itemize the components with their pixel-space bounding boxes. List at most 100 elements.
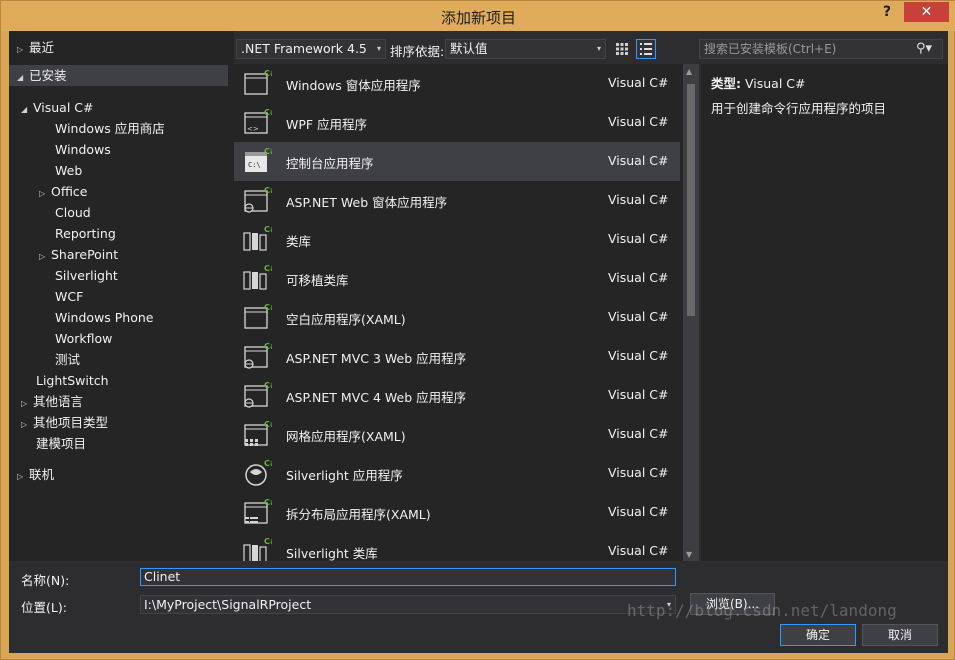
framework-select[interactable]: .NET Framework 4.5 ▾ (236, 39, 386, 59)
tree-item[interactable]: ▷ SharePoint (39, 244, 118, 265)
wpf-app-icon: <> C# (242, 107, 277, 137)
location-label: 位置(L): (21, 600, 67, 615)
tree-item[interactable]: LightSwitch (24, 370, 109, 391)
cancel-button[interactable]: 取消 (862, 624, 938, 646)
tree-item[interactable]: Silverlight (43, 265, 118, 286)
expand-arrow-icon[interactable]: ▷ (21, 393, 33, 414)
search-icon[interactable]: ⚲▾ (916, 40, 932, 58)
tree-item[interactable]: Cloud (43, 202, 91, 223)
add-new-project-dialog: 添加新项目 ? ✕ ▷ 最近 ◢ 已安装 ◢ Visual C# Windows 应用商店 W… (0, 0, 955, 660)
split-app-icon: C# (242, 497, 277, 527)
class-library-icon: C# (242, 224, 277, 254)
blank-app-icon: C# (242, 302, 277, 332)
tree-item[interactable]: Windows Phone (43, 307, 154, 328)
tree-item[interactable]: Windows (43, 139, 111, 160)
template-name: 可移植类库 (286, 273, 349, 288)
search-input[interactable]: 搜索已安装模板(Ctrl+E) ⚲▾ (699, 39, 943, 59)
tree-item[interactable]: ◢ 已安装 (9, 65, 228, 86)
tree-item[interactable]: ▷ Office (39, 181, 88, 202)
template-language: Visual C# (608, 231, 669, 246)
tree-item[interactable]: ▷ 联机 (17, 464, 54, 485)
location-input[interactable]: I:\MyProject\SignalRProject ▾ (140, 595, 676, 614)
tree-item[interactable]: ▷ 其他语言 (21, 391, 83, 412)
expand-arrow-icon[interactable]: ▷ (39, 246, 51, 267)
grid-view-icon[interactable] (612, 39, 632, 59)
template-item[interactable]: C# ASP.NET MVC 3 Web 应用程序 Visual C# (234, 337, 680, 376)
template-item[interactable]: C# 拆分布局应用程序(XAML) Visual C# (234, 493, 680, 532)
template-item[interactable]: C# Silverlight 应用程序 Visual C# (234, 454, 680, 493)
svg-text:C#: C# (264, 459, 272, 468)
tree-item-label: 建模项目 (36, 436, 87, 451)
type-value: Visual C# (744, 76, 806, 91)
mvc3-icon: C# (242, 341, 277, 371)
template-detail-panel: 类型: Visual C# 用于创建命令行应用程序的项目 (701, 64, 948, 561)
project-name-input[interactable]: Clinet (140, 568, 676, 586)
scroll-thumb[interactable] (687, 84, 695, 316)
close-button[interactable]: ✕ (904, 2, 949, 22)
tree-item-label: 已安装 (29, 68, 67, 83)
tree-item[interactable]: 测试 (43, 349, 80, 370)
template-language: Visual C# (608, 504, 669, 519)
tree-item[interactable]: Reporting (43, 223, 116, 244)
mvc4-icon: C# (242, 380, 277, 410)
template-item[interactable]: C:\C# 控制台应用程序 Visual C# (234, 142, 680, 181)
svg-text:<>: <> (247, 125, 259, 133)
tree-item[interactable]: WCF (43, 286, 83, 307)
template-language: Visual C# (608, 270, 669, 285)
template-name: WPF 应用程序 (286, 117, 368, 132)
collapse-arrow-icon[interactable]: ◢ (17, 67, 29, 88)
tree-item[interactable]: 建模项目 (24, 433, 86, 454)
help-button[interactable]: ? (883, 4, 899, 24)
collapse-arrow-icon[interactable]: ◢ (21, 99, 33, 120)
svg-text:C#: C# (264, 147, 272, 156)
template-name: 类库 (286, 234, 312, 249)
expand-arrow-icon[interactable]: ▷ (39, 183, 51, 204)
tree-item-label: WCF (55, 289, 84, 304)
tree-item[interactable]: Web (43, 160, 82, 181)
ok-button[interactable]: 确定 (780, 624, 856, 646)
title-bar: 添加新项目 ? ✕ (1, 1, 955, 31)
tree-item-label: Visual C# (33, 100, 94, 115)
template-name: ASP.NET MVC 3 Web 应用程序 (286, 351, 467, 366)
svg-text:C#: C# (264, 69, 272, 78)
tree-item-label: Workflow (55, 331, 113, 346)
template-category-tree: ▷ 最近 ◢ 已安装 ◢ Visual C# Windows 应用商店 Windows Web ▷… (9, 31, 234, 561)
expand-arrow-icon[interactable]: ▷ (17, 466, 29, 487)
template-item[interactable]: C# 网格应用程序(XAML) Visual C# (234, 415, 680, 454)
tree-item[interactable]: Windows 应用商店 (43, 118, 165, 139)
tree-item-label: Cloud (55, 205, 91, 220)
template-language: Visual C# (608, 387, 669, 402)
expand-arrow-icon[interactable]: ▷ (17, 39, 29, 60)
template-item[interactable]: C# 空白应用程序(XAML) Visual C# (234, 298, 680, 337)
template-item[interactable]: C# Windows 窗体应用程序 Visual C# (234, 64, 680, 103)
template-item[interactable]: C# ASP.NET MVC 4 Web 应用程序 Visual C# (234, 376, 680, 415)
scroll-up-icon[interactable]: ▲ (686, 67, 692, 76)
template-item[interactable]: <> C# WPF 应用程序 Visual C# (234, 103, 680, 142)
tree-item[interactable]: ◢ Visual C# (21, 97, 94, 118)
svg-text:C#: C# (264, 264, 272, 273)
chevron-down-icon: ▾ (596, 44, 601, 53)
svg-text:C#: C# (264, 498, 272, 507)
tree-item-label: 其他项目类型 (33, 415, 109, 430)
svg-text:C#: C# (264, 108, 272, 117)
sort-select[interactable]: 默认值 ▾ (445, 39, 606, 59)
sort-value: 默认值 (450, 41, 488, 56)
scroll-down-icon[interactable]: ▼ (686, 550, 692, 559)
template-item[interactable]: C# ASP.NET Web 窗体应用程序 Visual C# (234, 181, 680, 220)
tree-item[interactable]: ▷ 最近 (17, 37, 54, 58)
expand-arrow-icon[interactable]: ▷ (21, 414, 33, 435)
template-item[interactable]: C# 可移植类库 Visual C# (234, 259, 680, 298)
tree-item[interactable]: Workflow (43, 328, 112, 349)
template-item[interactable]: C# 类库 Visual C# (234, 220, 680, 259)
template-language: Visual C# (608, 465, 669, 480)
template-name: Windows 窗体应用程序 (286, 78, 421, 93)
search-placeholder: 搜索已安装模板(Ctrl+E) (704, 42, 837, 56)
tree-item[interactable]: ▷ 其他项目类型 (21, 412, 108, 433)
template-list-scrollbar[interactable]: ▲ ▼ (683, 64, 699, 561)
silverlight-app-icon: C# (242, 458, 277, 488)
template-item[interactable]: C# Silverlight 类库 Visual C# (234, 532, 680, 561)
list-view-icon[interactable] (636, 39, 656, 59)
sort-label: 排序依据: (390, 44, 445, 59)
tree-item-label: 测试 (55, 352, 81, 367)
template-language: Visual C# (608, 348, 669, 363)
